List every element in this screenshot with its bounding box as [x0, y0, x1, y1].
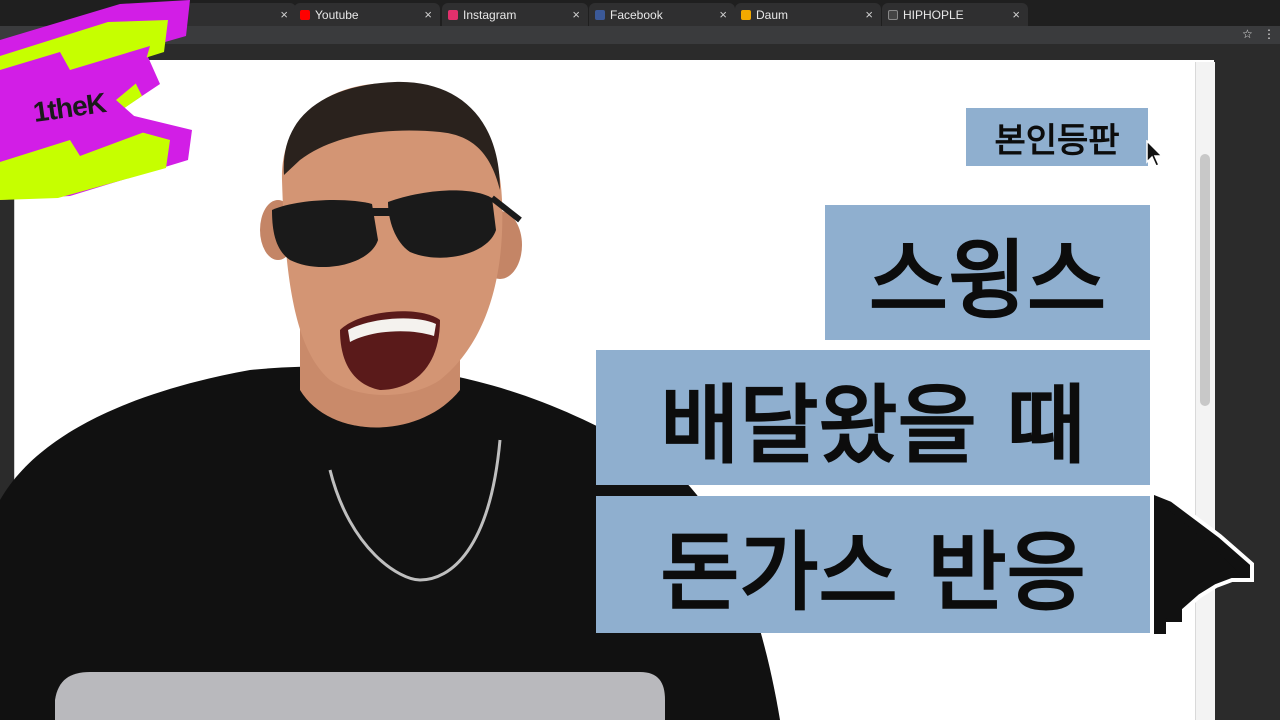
tab-hidden[interactable]: × [186, 3, 296, 26]
daum-icon [741, 9, 751, 20]
star-icon[interactable]: ☆ [1242, 27, 1253, 41]
kebab-menu-icon[interactable]: ⋮ [1263, 27, 1275, 41]
close-icon[interactable]: × [1012, 7, 1020, 22]
close-icon[interactable]: × [572, 7, 580, 22]
scrollbar-thumb[interactable] [1200, 154, 1210, 406]
title-line-3: 돈가스 반응 [596, 496, 1150, 633]
close-icon[interactable]: × [280, 7, 288, 22]
tab-daum[interactable]: Daum × [735, 3, 881, 26]
instagram-icon [448, 9, 458, 20]
tab-hiphople[interactable]: HIPHOPLE × [882, 3, 1028, 26]
close-icon[interactable]: × [424, 7, 432, 22]
hiphople-icon [888, 9, 898, 20]
youtube-icon [300, 9, 310, 20]
title-line-1: 스윙스 [825, 205, 1150, 340]
title-line-2: 배달왔을 때 [596, 350, 1150, 485]
tab-facebook[interactable]: Facebook × [589, 3, 735, 26]
tab-youtube[interactable]: Youtube × [294, 3, 440, 26]
close-icon[interactable]: × [865, 7, 873, 22]
mouse-cursor-icon [1146, 140, 1164, 167]
pixel-cursor-icon [1150, 489, 1254, 638]
tab-instagram[interactable]: Instagram × [442, 3, 588, 26]
close-icon[interactable]: × [719, 7, 727, 22]
video-frame: × Youtube × Instagram × Facebook × Daum … [0, 0, 1280, 720]
facebook-icon [595, 9, 605, 20]
label-tag: 본인등판 [966, 108, 1148, 166]
